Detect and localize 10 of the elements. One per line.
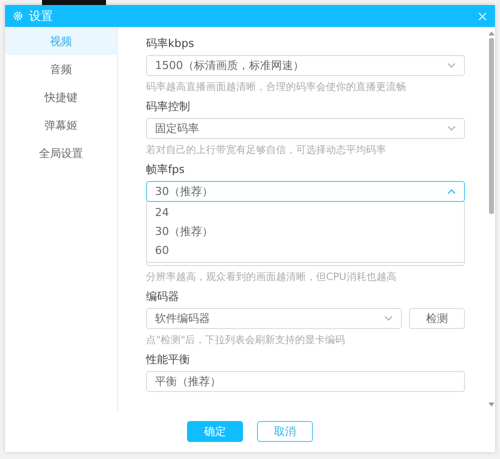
- field-label: 性能平衡: [146, 352, 191, 367]
- field-label: 码率kbps: [146, 36, 196, 51]
- hint-text: 点"检测"后，下拉列表会刷新支持的显卡编码: [146, 334, 346, 347]
- hint-text: 若对自己的上行带宽有足够自信，可选择动态平均码率: [146, 144, 387, 157]
- window-title: 设置: [29, 8, 54, 24]
- field-label: 编码器: [146, 289, 180, 304]
- hint-text: 码率越高直播画面越清晰，合理的码率会使你的直播更流畅: [146, 80, 407, 94]
- field-label: 帧率fps: [146, 162, 186, 177]
- hint-text: 分辨率越高，观众看到的画面越清晰，但CPU消耗也越高: [146, 270, 398, 284]
- field-label: 码率控制: [146, 99, 191, 114]
